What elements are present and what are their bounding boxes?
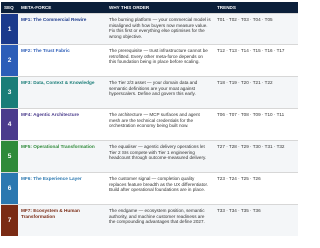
- trends-text: T23 · T24 · T25 · T26: [217, 176, 261, 181]
- why-text: The customer signal — completion quality…: [109, 176, 208, 193]
- metaforce-table: SEQ META-FORCE WHY THIS ORDER TRENDS 1 M…: [1, 2, 298, 236]
- header-seq: SEQ: [4, 5, 14, 10]
- seq-badge: 1: [1, 14, 18, 44]
- why-text: The Tier 2/3 asset — your domain data an…: [109, 80, 198, 97]
- table-row: 7 MF7: Ecosystem & Human Transformation …: [1, 204, 298, 236]
- seq-badge: 5: [1, 141, 18, 172]
- metaforce-name: MF2: The Trust Fabric: [21, 48, 70, 53]
- metaforce-name: MF1: The Commercial Rewire: [21, 17, 87, 22]
- trends-text: T33 · T34 · T35 · T36: [217, 208, 261, 213]
- seq-badge: 7: [1, 205, 18, 236]
- table-row: 5 MF5: Operational Transformation The eq…: [1, 140, 298, 172]
- metaforce-name: MF3: Data, Context & Knowledge: [21, 80, 95, 85]
- table-row: 1 MF1: The Commercial Rewire The burning…: [1, 13, 298, 44]
- table-header: SEQ META-FORCE WHY THIS ORDER TRENDS: [1, 2, 298, 13]
- header-metaforce: META-FORCE: [21, 5, 52, 10]
- table-row: 6 MF6: The Experience Layer The customer…: [1, 172, 298, 204]
- trends-text: T18 · T19 · T20 · T21 · T22: [217, 80, 273, 85]
- trends-text: T12 · T13 · T14 · T15 · T16 · T17: [217, 48, 285, 53]
- trends-text: T06 · T07 · T08 · T09 · T10 · T11: [217, 112, 285, 117]
- metaforce-name: MF7: Ecosystem & Human Transformation: [21, 208, 80, 219]
- seq-badge: 2: [1, 45, 18, 76]
- metaforce-name: MF4: Agentic Architecture: [21, 112, 79, 117]
- header-why: WHY THIS ORDER: [109, 5, 150, 10]
- why-text: The architecture — MCP surfaces and agen…: [109, 112, 200, 129]
- why-text: The endgame — ecosystem position, semant…: [109, 208, 205, 225]
- why-text: The equaliser — agentic delivery operati…: [109, 144, 207, 161]
- header-trends: TRENDS: [217, 5, 236, 10]
- seq-badge: 6: [1, 173, 18, 204]
- trends-text: T01 · T02 · T03 · T04 · T05: [217, 17, 273, 22]
- seq-badge: 4: [1, 109, 18, 140]
- metaforce-name: MF6: The Experience Layer: [21, 176, 82, 181]
- why-text: The prerequisite — trust infrastructure …: [109, 48, 208, 65]
- table-row: 3 MF3: Data, Context & Knowledge The Tie…: [1, 76, 298, 108]
- table-row: 2 MF2: The Trust Fabric The prerequisite…: [1, 44, 298, 76]
- why-text: The burning platform — your commercial m…: [109, 17, 211, 39]
- trends-text: T27 · T28 · T29 · T30 · T31 · T32: [217, 144, 285, 149]
- table-row: 4 MF4: Agentic Architecture The architec…: [1, 108, 298, 140]
- seq-badge: 3: [1, 77, 18, 108]
- metaforce-name: MF5: Operational Transformation: [21, 144, 95, 149]
